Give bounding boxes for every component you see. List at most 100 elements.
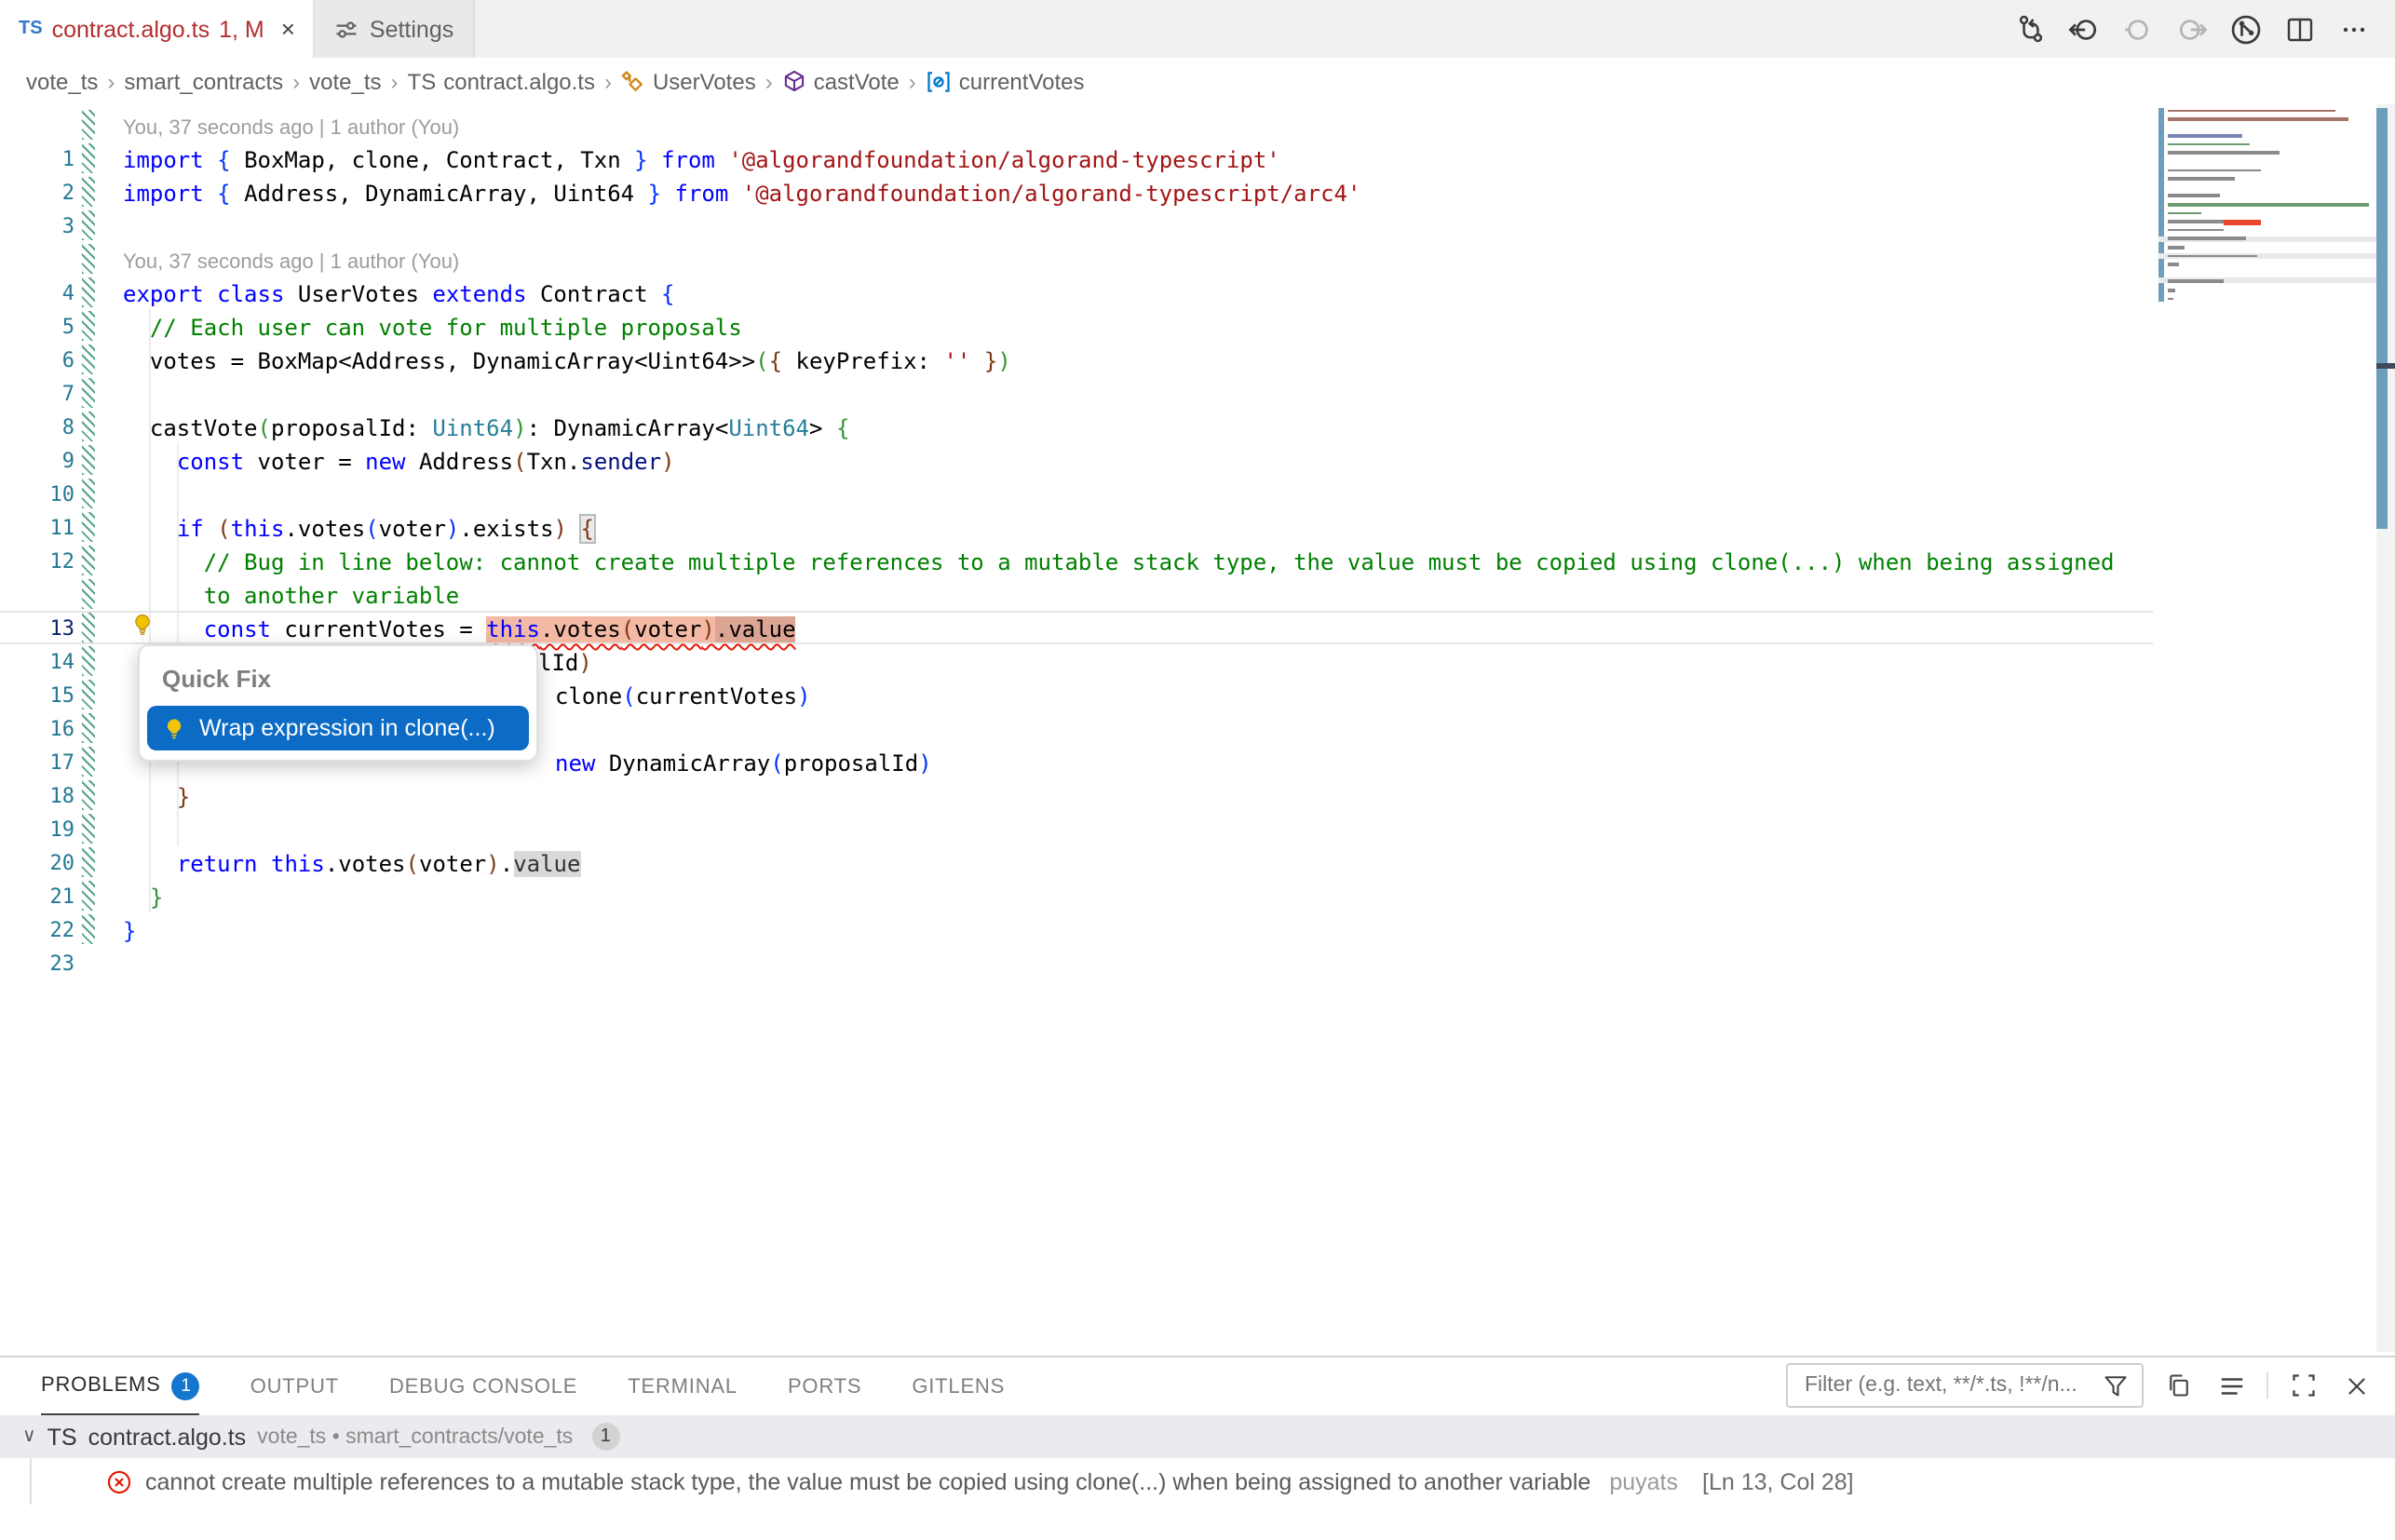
split-editor-icon[interactable] <box>2281 10 2319 47</box>
run-graph-icon[interactable] <box>2227 10 2265 47</box>
code-token: voter <box>634 616 701 642</box>
git-modified-gutter <box>82 512 95 542</box>
code-token: ) <box>513 415 526 441</box>
line-content: votes = BoxMap<Address, DynamicArray<Uin… <box>123 344 1011 374</box>
source-control-icon[interactable] <box>2011 10 2049 47</box>
minimap-code-bar <box>2168 246 2185 249</box>
code-token: ( <box>621 616 634 642</box>
minimap-code-bar <box>2168 178 2235 181</box>
breadcrumb-item-UserVotes[interactable]: UserVotes <box>621 68 756 94</box>
minimap-code-bar <box>2168 211 2201 214</box>
tab-settings[interactable]: Settings <box>316 0 474 58</box>
git-modified-gutter <box>82 948 95 978</box>
panel-tab-gitlens[interactable]: GITLENS <box>912 1358 1005 1415</box>
go-back-icon[interactable] <box>2065 10 2103 47</box>
code-token: .value <box>715 616 796 642</box>
panel-tab-problems[interactable]: PROBLEMS1 <box>41 1358 200 1415</box>
code-line-wrap: to another variable <box>0 577 2153 611</box>
breadcrumb-label: smart_contracts <box>124 68 283 94</box>
breadcrumb: vote_ts›smart_contracts›vote_ts›TScontra… <box>0 58 2395 104</box>
code-token: { <box>769 348 782 374</box>
breadcrumb-item-castVote[interactable]: castVote <box>782 68 900 94</box>
code-token: } <box>150 885 163 911</box>
panel-tab-debug-console[interactable]: DEBUG CONSOLE <box>389 1358 577 1415</box>
breadcrumb-item-smart_contracts[interactable]: smart_contracts <box>124 68 283 94</box>
chevron-down-icon[interactable]: ∨ <box>22 1426 36 1447</box>
blame-text[interactable]: You, 37 seconds ago | 1 author (You) <box>123 251 459 274</box>
panel-tab-output[interactable]: OUTPUT <box>250 1358 339 1415</box>
code-token: this <box>271 851 325 877</box>
tree-indent-guide <box>30 1458 32 1505</box>
minimap-line <box>2168 219 2371 223</box>
git-modified-gutter <box>82 814 95 844</box>
line-content: return this.votes(voter).value <box>123 847 580 877</box>
breadcrumb-label: vote_ts <box>26 68 98 94</box>
modified-lines-marker <box>2376 108 2388 529</box>
code-token: '@algorandfoundation/algorand-typescript… <box>728 147 1279 173</box>
problems-file-name: contract.algo.ts <box>88 1424 247 1450</box>
minimap-line <box>2168 228 2371 233</box>
git-modified-gutter <box>82 244 95 274</box>
breadcrumb-item-vote_ts[interactable]: vote_ts <box>26 68 98 94</box>
minimap-code-bar <box>2168 117 2348 120</box>
maximize-panel-icon[interactable] <box>2287 1369 2321 1402</box>
error-source: puyats <box>1609 1468 1678 1494</box>
breadcrumb-item-currentVotes[interactable]: currentVotes <box>926 68 1085 94</box>
code-token: { <box>661 281 674 307</box>
error-location: [Ln 13, Col 28] <box>1702 1468 1854 1494</box>
copy-icon[interactable] <box>2162 1369 2196 1402</box>
line-content: to another variable <box>123 579 459 609</box>
view-as-list-icon[interactable] <box>2214 1369 2248 1402</box>
lightbulb-icon[interactable] <box>130 613 156 639</box>
filter-input[interactable] <box>1801 1372 2091 1398</box>
line-number: 4 <box>0 277 74 307</box>
breadcrumb-item-vote_ts[interactable]: vote_ts <box>309 68 381 94</box>
method-symbol-icon <box>782 69 806 93</box>
filter-funnel-icon[interactable] <box>2099 1369 2132 1402</box>
code-token: import <box>123 181 217 207</box>
quick-fix-item-label: Wrap expression in clone(...) <box>199 715 495 741</box>
code-token: proposalId: <box>271 415 432 441</box>
tab-label: Settings <box>370 16 453 42</box>
code-line-7: 7 <box>0 376 2153 410</box>
code-token: ( <box>217 516 230 542</box>
breadcrumb-item-contract.algo.ts[interactable]: TScontract.algo.ts <box>408 68 595 94</box>
panel-tab-ports[interactable]: PORTS <box>788 1358 861 1415</box>
code-token: ) <box>446 516 459 542</box>
quick-fix-popup: Quick Fix Wrap expression in clone(...) <box>138 644 538 762</box>
close-icon[interactable]: × <box>281 15 295 43</box>
ts-file-icon: TS <box>19 19 43 39</box>
problem-error-row[interactable]: cannot create multiple references to a m… <box>0 1458 2395 1505</box>
code-token: to another variable <box>123 583 459 609</box>
close-panel-icon[interactable] <box>2339 1369 2373 1402</box>
panel-tab-terminal[interactable]: TERMINAL <box>628 1358 737 1415</box>
minimap[interactable] <box>2158 108 2371 314</box>
minimap-line <box>2168 262 2371 266</box>
editor-actions <box>2011 0 2395 58</box>
quick-fix-item-wrap-in-clone[interactable]: Wrap expression in clone(...) <box>147 706 529 750</box>
blame-text[interactable]: You, 37 seconds ago | 1 author (You) <box>123 117 459 140</box>
class-symbol-icon <box>621 69 645 93</box>
problems-file-row[interactable]: ∨ TS contract.algo.ts vote_ts • smart_co… <box>0 1415 2395 1458</box>
code-token: > <box>809 415 836 441</box>
code-token: Uint64 <box>728 415 809 441</box>
panel-tab-label: OUTPUT <box>250 1375 339 1398</box>
tab-contract-algo-ts[interactable]: TS contract.algo.ts 1, M × <box>0 0 316 58</box>
minimap-code-bar <box>2168 203 2369 206</box>
code-editor[interactable]: You, 37 seconds ago | 1 author (You)1imp… <box>0 104 2395 1356</box>
problems-filter[interactable] <box>1786 1363 2144 1408</box>
code-token <box>123 784 177 810</box>
line-content: } <box>123 914 136 944</box>
bottom-panel: PROBLEMS1 OUTPUT DEBUG CONSOLE TERMINAL PORT… <box>0 1356 2395 1540</box>
code-token: : DynamicArray< <box>527 415 729 441</box>
code-line-1: 1import { BoxMap, clone, Contract, Txn }… <box>0 142 2153 175</box>
more-actions-icon[interactable] <box>2335 10 2373 47</box>
line-content: // Bug in line below: cannot create mult… <box>123 546 2115 575</box>
minimap-line <box>2168 159 2371 164</box>
code-token: new <box>365 449 405 475</box>
scrollbar-overview-ruler[interactable] <box>2376 104 2395 1352</box>
code-token: .votes <box>284 516 365 542</box>
line-content: if (this.votes(voter).exists) { <box>123 512 594 542</box>
code-line-9: 9 const voter = new Address(Txn.sender) <box>0 443 2153 477</box>
line-number: 8 <box>0 412 74 441</box>
